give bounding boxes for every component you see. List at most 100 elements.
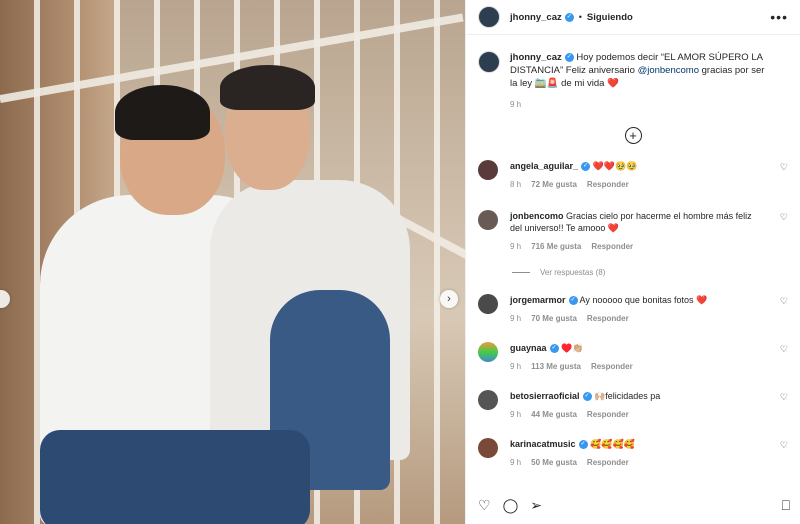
comment-text-line: jonbencomo Gracias cielo por hacerme el … — [510, 210, 760, 234]
photo-person-2-hair — [220, 65, 315, 110]
more-options-icon[interactable]: ••• — [770, 9, 788, 25]
view-replies-button[interactable]: Ver respuestas (8) — [512, 268, 605, 277]
comment-text-line: guaynaa ✓ ♥️👏🏼 — [510, 342, 760, 354]
comment-item: betosierraoficial ✓ 🙌🏼felicidades pa 9 h … — [478, 390, 788, 419]
reply-button[interactable]: Responder — [587, 180, 629, 189]
verified-icon: ✓ — [564, 52, 574, 62]
comment-body: betosierraoficial ✓ 🙌🏼felicidades pa 9 h … — [510, 390, 760, 419]
commenter-avatar[interactable] — [478, 294, 498, 314]
comment-time[interactable]: 9 h — [510, 410, 521, 419]
author-avatar[interactable] — [478, 6, 500, 28]
comment-meta: 8 h 72 Me gusta Responder — [510, 180, 760, 189]
caption-text-block: jhonny_caz ✓ Hoy podemos decir “EL AMOR S… — [510, 51, 770, 111]
verified-icon: ✓ — [549, 344, 559, 354]
comment-likes[interactable]: 50 Me gusta — [531, 458, 577, 467]
caption-heart-emoji: ❤️ — [607, 78, 619, 89]
comment-text: 🙌🏼felicidades pa — [594, 391, 661, 401]
comment-time[interactable]: 9 h — [510, 314, 521, 323]
comment-like-heart-icon[interactable]: ♡ — [780, 162, 788, 173]
comment-time[interactable]: 9 h — [510, 458, 521, 467]
comment-meta: 9 h 716 Me gusta Responder — [510, 242, 760, 251]
reply-button[interactable]: Responder — [591, 242, 633, 251]
commenter-username[interactable]: angela_aguilar_ — [510, 161, 578, 171]
caption-mention-link[interactable]: @jonbencomo — [638, 65, 699, 76]
verified-icon: ✓ — [581, 162, 591, 172]
view-replies-label: Ver respuestas (8) — [540, 268, 606, 277]
comment-time[interactable]: 9 h — [510, 362, 521, 371]
commenter-username[interactable]: betosierraoficial — [510, 391, 580, 401]
comment-text-line: angela_aguilar_ ✓ ❤️❤️🥹🥹 — [510, 160, 760, 172]
comment-item: angela_aguilar_ ✓ ❤️❤️🥹🥹 8 h 72 Me gusta … — [478, 160, 788, 189]
comment-meta: 9 h 70 Me gusta Responder — [510, 314, 760, 323]
comment-text: 🥰🥰🥰🥰 — [590, 439, 635, 449]
comment-icon[interactable]: ◯ — [503, 497, 519, 514]
reply-button[interactable]: Responder — [587, 458, 629, 467]
comment-likes[interactable]: 113 Me gusta — [531, 362, 581, 371]
comment-likes[interactable]: 70 Me gusta — [531, 314, 577, 323]
verified-icon: ✓ — [582, 392, 592, 402]
comment-likes[interactable]: 44 Me gusta — [531, 410, 577, 419]
reply-button[interactable]: Responder — [587, 410, 629, 419]
caption-username[interactable]: jhonny_caz — [510, 52, 562, 63]
comment-time[interactable]: 8 h — [510, 180, 521, 189]
post-photo[interactable]: › — [0, 0, 465, 524]
comment-item: guaynaa ✓ ♥️👏🏼 9 h 113 Me gusta Responder… — [478, 342, 788, 371]
commenter-username[interactable]: jonbencomo — [510, 211, 564, 221]
reply-button[interactable]: Responder — [587, 314, 629, 323]
comment-time[interactable]: 9 h — [510, 242, 521, 251]
comment-text: ♥️👏🏼 — [561, 343, 584, 353]
bookmark-icon[interactable]: ⎕ — [782, 497, 790, 514]
comment-body: jonbencomo Gracias cielo por hacerme el … — [510, 210, 760, 251]
post-caption: jhonny_caz ✓ Hoy podemos decir “EL AMOR S… — [466, 35, 800, 111]
commenter-username[interactable]: jorgemarmor — [510, 295, 566, 305]
chevron-right-icon: › — [447, 293, 451, 305]
comment-like-heart-icon[interactable]: ♡ — [780, 392, 788, 403]
comment-meta: 9 h 50 Me gusta Responder — [510, 458, 760, 467]
post-actions-bar: ♡ ◯ ➢ ⎕ — [478, 497, 790, 514]
comment-body: guaynaa ✓ ♥️👏🏼 9 h 113 Me gusta Responder — [510, 342, 760, 371]
heart-icon[interactable]: ♡ — [478, 497, 491, 514]
follow-status-button[interactable]: Siguiendo — [587, 12, 633, 23]
comment-meta: 9 h 44 Me gusta Responder — [510, 410, 760, 419]
comment-text-line: jorgemarmor ✓ Ay nooooo que bonitas fotos… — [510, 294, 760, 306]
commenter-avatar[interactable] — [478, 438, 498, 458]
caption-timestamp[interactable]: 9 h — [510, 98, 770, 111]
verified-icon: ✓ — [568, 296, 578, 306]
comment-text-line: betosierraoficial ✓ 🙌🏼felicidades pa — [510, 390, 760, 402]
comment-text-line: karinacatmusic ✓ 🥰🥰🥰🥰 — [510, 438, 760, 450]
comment-likes[interactable]: 72 Me gusta — [531, 180, 577, 189]
verified-icon: ✓ — [564, 12, 574, 22]
comment-like-heart-icon[interactable]: ♡ — [780, 212, 788, 223]
comment-text: ❤️❤️🥹🥹 — [592, 161, 638, 171]
commenter-avatar[interactable] — [478, 210, 498, 230]
photo-person-1-hair — [115, 85, 210, 140]
separator-dot: • — [578, 12, 582, 22]
next-photo-button[interactable]: › — [440, 290, 458, 308]
post-header: jhonny_caz ✓ • Siguiendo ••• — [466, 0, 800, 35]
comment-body: jorgemarmor ✓ Ay nooooo que bonitas fotos… — [510, 294, 760, 323]
comment-text: Ay nooooo que bonitas fotos ❤️ — [579, 295, 708, 305]
verified-icon: ✓ — [578, 440, 588, 450]
share-icon[interactable]: ➢ — [530, 497, 542, 514]
instagram-post-view: › jhonny_caz ✓ • Siguiendo ••• jhonny_ca… — [0, 0, 800, 524]
commenter-avatar[interactable] — [478, 160, 498, 180]
comment-like-heart-icon[interactable]: ♡ — [780, 440, 788, 451]
comment-body: karinacatmusic ✓ 🥰🥰🥰🥰 9 h 50 Me gusta Res… — [510, 438, 760, 467]
comment-like-heart-icon[interactable]: ♡ — [780, 344, 788, 355]
commenter-username[interactable]: guaynaa — [510, 343, 547, 353]
caption-avatar[interactable] — [478, 51, 500, 73]
comment-item: jorgemarmor ✓ Ay nooooo que bonitas fotos… — [478, 294, 788, 323]
photo-person-1-jeans — [40, 430, 310, 524]
reply-button[interactable]: Responder — [591, 362, 633, 371]
commenter-avatar[interactable] — [478, 342, 498, 362]
comment-like-heart-icon[interactable]: ♡ — [780, 296, 788, 307]
add-circle-icon[interactable]: + — [624, 127, 642, 144]
comment-item: jonbencomo Gracias cielo por hacerme el … — [478, 210, 788, 251]
author-username[interactable]: jhonny_caz — [510, 12, 562, 23]
comment-meta: 9 h 113 Me gusta Responder — [510, 362, 760, 371]
comment-likes[interactable]: 716 Me gusta — [531, 242, 581, 251]
post-side-panel: jhonny_caz ✓ • Siguiendo ••• jhonny_caz ✓… — [465, 0, 800, 524]
commenter-avatar[interactable] — [478, 390, 498, 410]
commenter-username[interactable]: karinacatmusic — [510, 439, 576, 449]
comment-item: karinacatmusic ✓ 🥰🥰🥰🥰 9 h 50 Me gusta Res… — [478, 438, 788, 467]
